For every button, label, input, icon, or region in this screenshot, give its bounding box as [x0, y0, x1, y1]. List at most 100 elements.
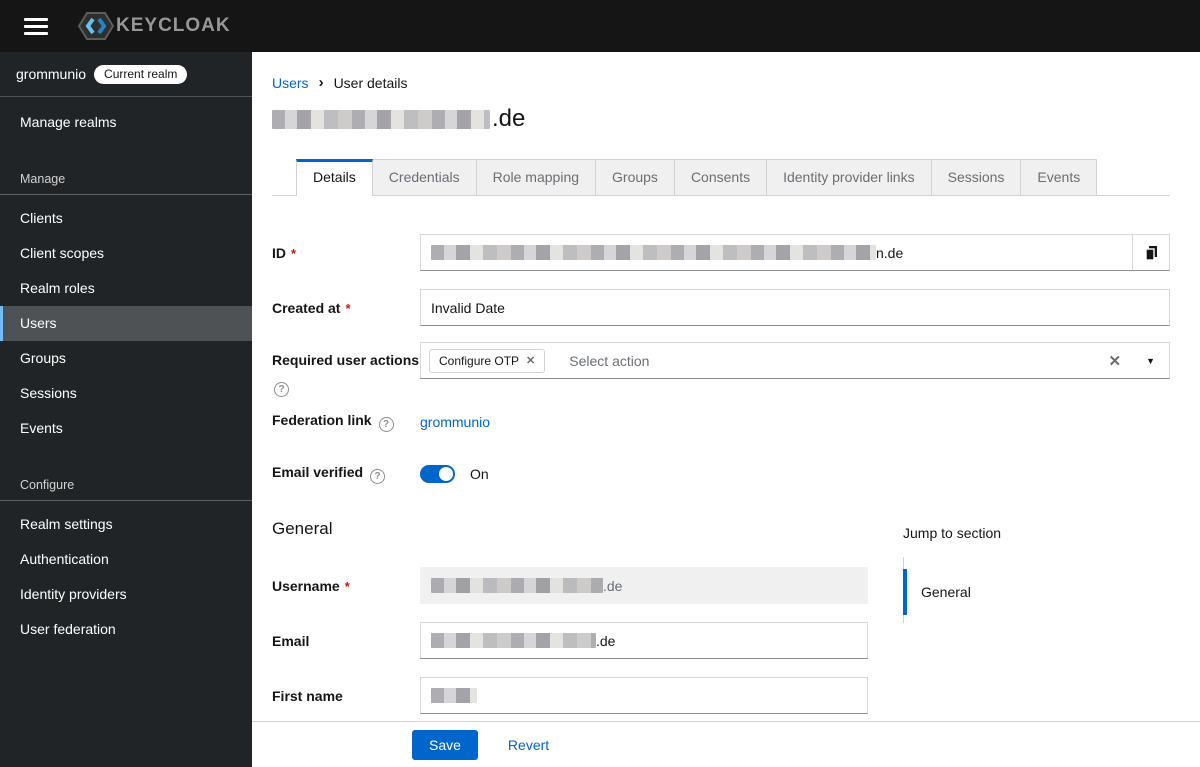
created-at-label: Created at * — [272, 299, 351, 316]
sidebar-item-realm-settings[interactable]: Realm settings — [0, 507, 252, 542]
toggle-state-label: On — [470, 466, 489, 482]
general-heading: General — [272, 519, 333, 538]
required-actions-label-cell: Required user actions ? — [272, 342, 420, 397]
sidebar-item-realm-roles[interactable]: Realm roles — [0, 271, 252, 306]
first-name-field[interactable] — [420, 677, 868, 714]
section-title-configure: Configure — [20, 478, 75, 492]
realm-name: grommunio — [16, 66, 87, 82]
email-verified-label: Email verified? — [272, 464, 420, 484]
field-row-email: Email .de — [272, 622, 868, 659]
chip-configure-otp: Configure OTP ✕ — [429, 348, 546, 373]
chip-remove-icon[interactable]: ✕ — [526, 354, 535, 367]
redacted-first-name-value — [431, 688, 477, 703]
jump-link-general[interactable]: General — [903, 569, 1163, 615]
id-field[interactable]: n.de — [420, 234, 1132, 271]
jump-to-section-panel: Jump to section General — [903, 519, 1163, 732]
hamburger-icon — [24, 17, 48, 21]
main-content: Users › User details .de Details Credent… — [252, 52, 1200, 767]
realm-selector[interactable]: grommunio Current realm — [0, 52, 252, 97]
email-field[interactable]: .de — [420, 622, 868, 659]
required-asterisk: * — [345, 300, 351, 316]
section-divider — [0, 194, 252, 195]
sidebar-item-authentication[interactable]: Authentication — [0, 542, 252, 577]
general-section: General Username * .de Email .de First n… — [272, 519, 1170, 732]
menu-toggle-button[interactable] — [16, 8, 56, 44]
tab-details[interactable]: Details — [296, 159, 373, 196]
required-asterisk: * — [291, 245, 297, 261]
required-asterisk: * — [344, 578, 350, 594]
tab-credentials[interactable]: Credentials — [372, 159, 477, 195]
field-row-federation-link: Federation link? grommunio — [272, 411, 1170, 433]
field-row-first-name: First name — [272, 677, 868, 714]
tab-consents[interactable]: Consents — [674, 159, 768, 195]
tab-bar: Details Credentials Role mapping Groups … — [272, 159, 1170, 196]
sidebar-item-groups[interactable]: Groups — [0, 341, 252, 376]
field-row-email-verified: Email verified? On — [272, 463, 1170, 485]
redacted-email-value — [431, 633, 596, 648]
redacted-id-value — [431, 245, 876, 260]
tab-groups[interactable]: Groups — [596, 159, 675, 195]
keycloak-logo: KEYCLOAK — [78, 10, 231, 42]
id-value-suffix: n.de — [876, 244, 904, 261]
page-title-suffix: .de — [492, 105, 526, 132]
chevron-down-icon[interactable]: ▼ — [1146, 356, 1155, 366]
page-title: .de — [272, 105, 1170, 133]
breadcrumb: Users › User details — [272, 74, 1170, 91]
jump-track — [903, 615, 1163, 623]
tab-events[interactable]: Events — [1021, 159, 1098, 195]
help-icon[interactable]: ? — [370, 469, 386, 484]
created-at-field[interactable] — [420, 289, 1170, 326]
redacted-user-name — [272, 109, 490, 129]
sidebar-item-user-federation[interactable]: User federation — [0, 612, 252, 647]
save-button[interactable]: Save — [412, 729, 478, 760]
sidebar-item-client-scopes[interactable]: Client scopes — [0, 236, 252, 271]
jump-heading: Jump to section — [903, 525, 1002, 541]
user-details-form: ID * n.de Created at * Invalid Date Requ… — [272, 234, 1170, 732]
sidebar-section-manage: Manage Clients Client scopes Realm roles… — [0, 166, 252, 446]
email-value-suffix: .de — [596, 632, 616, 649]
federation-link-label: Federation link? — [272, 412, 420, 432]
username-value-suffix: .de — [603, 577, 623, 594]
required-actions-multiselect[interactable]: Configure OTP ✕ Select action ✕ ▼ — [420, 342, 1170, 379]
tab-role-mapping[interactable]: Role mapping — [476, 159, 597, 195]
sidebar-item-identity-providers[interactable]: Identity providers — [0, 577, 252, 612]
federation-link[interactable]: grommunio — [420, 414, 1170, 430]
sidebar-item-users[interactable]: Users — [0, 306, 252, 341]
section-divider — [0, 500, 252, 501]
breadcrumb-current: User details — [333, 74, 408, 91]
sidebar-item-events[interactable]: Events — [0, 411, 252, 446]
redacted-username-value — [431, 578, 603, 593]
sidebar-section-configure: Configure Realm settings Authentication … — [0, 472, 252, 647]
sidebar-nav: grommunio Current realm Manage realms Ma… — [0, 52, 252, 767]
jump-track — [903, 557, 1163, 569]
masthead: KEYCLOAK — [0, 0, 1200, 52]
copy-button[interactable] — [1132, 234, 1170, 271]
keycloak-hexagon-icon — [78, 12, 114, 40]
help-icon[interactable]: ? — [378, 417, 394, 432]
breadcrumb-users-link[interactable]: Users — [272, 75, 309, 91]
tab-sessions[interactable]: Sessions — [931, 159, 1022, 195]
username-field: .de — [420, 567, 868, 604]
sidebar-item-manage-realms[interactable]: Manage realms — [0, 105, 252, 140]
chevron-right-icon: › — [318, 74, 324, 91]
copy-icon — [1144, 245, 1157, 261]
brand-text: KEYCLOAK — [116, 15, 231, 36]
tab-identity-provider-links[interactable]: Identity provider links — [767, 159, 932, 195]
field-row-id: ID * n.de — [272, 234, 1170, 271]
id-label: ID * — [272, 244, 297, 261]
email-verified-toggle[interactable] — [420, 465, 455, 483]
clear-selection-icon[interactable]: ✕ — [1109, 352, 1122, 370]
multiselect-placeholder: Select action — [569, 352, 650, 369]
sidebar-item-sessions[interactable]: Sessions — [0, 376, 252, 411]
field-row-username: Username * .de — [272, 567, 868, 604]
username-label: Username * — [272, 577, 350, 594]
form-actions-bar: Save Revert — [252, 721, 1200, 767]
email-label: Email — [272, 632, 310, 649]
help-icon[interactable]: ? — [274, 382, 289, 397]
field-row-required-actions: Required user actions ? Configure OTP ✕ … — [272, 342, 1170, 397]
current-realm-badge[interactable]: Current realm — [94, 64, 188, 84]
first-name-label: First name — [272, 687, 343, 704]
sidebar-item-clients[interactable]: Clients — [0, 201, 252, 236]
section-title-manage: Manage — [20, 172, 66, 186]
revert-button[interactable]: Revert — [508, 737, 549, 753]
